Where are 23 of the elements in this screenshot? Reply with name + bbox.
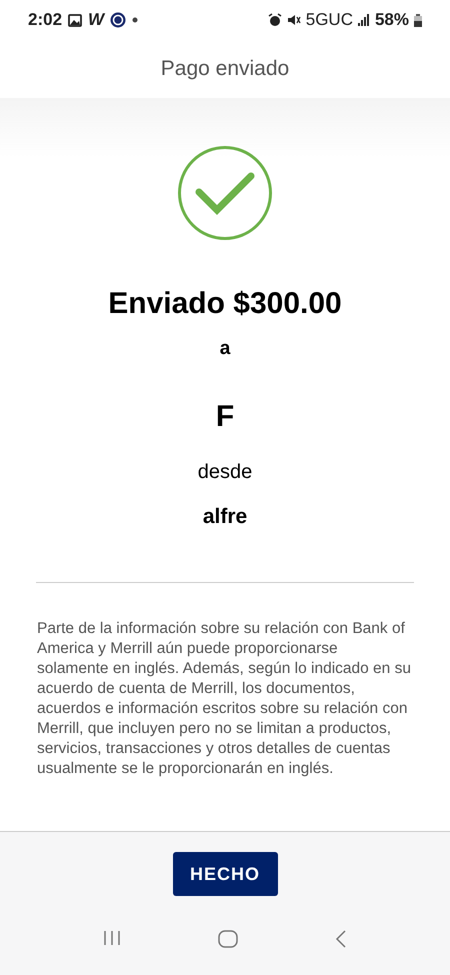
battery-percent: 58% [374,9,409,32]
status-time: 2:02 [28,9,62,32]
recent-apps-icon[interactable] [103,930,122,946]
checkmark-icon [177,145,273,241]
amount-sent: Enviado $300.00 [108,286,342,322]
battery-icon [414,14,422,26]
signal-icon [358,14,370,26]
mute-icon [286,13,301,27]
done-button[interactable]: HECHO [172,852,278,896]
to-label: a [220,337,230,361]
recipient-name: F [216,398,234,434]
sender-name: alfre [202,504,248,530]
from-label: desde [198,460,252,484]
home-icon[interactable] [218,930,238,948]
image-icon [68,14,82,26]
shield-icon [110,12,126,28]
back-icon[interactable] [334,930,347,948]
disclaimer-text: Parte de la información sobre su relación con Bank of America y Merrill aún puede proporcionarse solamente en inglés. Además, según lo indicado en su acuerdo de cuenta de Merrill, los documentos, acuerdos e información escritos sobre su relación con Merrill, que incluyen pero no se limitan a productos, servicios, transacciones y otros detalles de cuentas usualmente se le proporcionarán en inglés. [37,619,412,779]
alarm-icon [268,13,282,27]
screen-title: Pago enviado [160,56,290,82]
dot-icon [132,17,138,23]
app-letter: W [88,9,104,32]
network-type: 5GUC [306,9,353,32]
